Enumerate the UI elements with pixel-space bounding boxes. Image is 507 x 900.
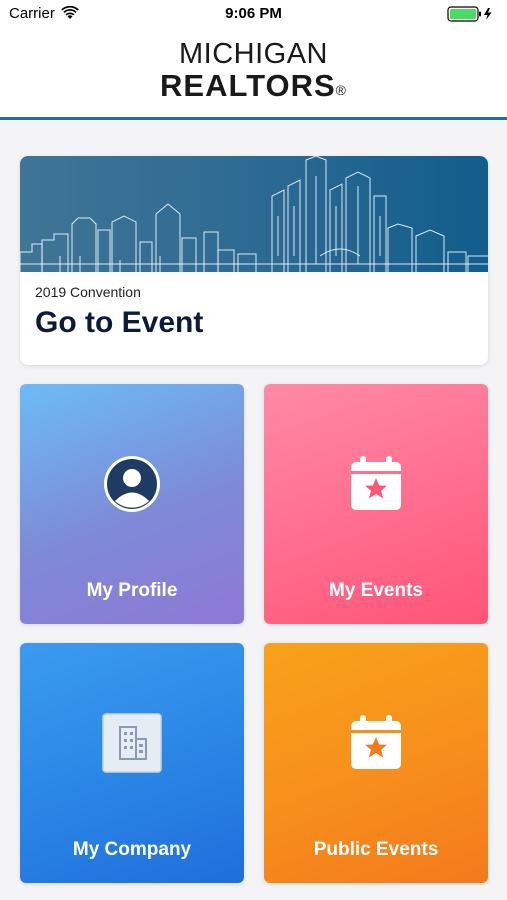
my-events-tile[interactable]: My Events — [264, 384, 488, 624]
public-events-tile[interactable]: Public Events — [264, 643, 488, 883]
event-title: Go to Event — [35, 306, 204, 339]
registered-mark: ® — [335, 82, 347, 98]
app-header: MICHIGAN REALTORS® — [0, 28, 507, 120]
michigan-realtors-logo: MICHIGAN REALTORS® — [0, 38, 507, 102]
event-subtitle: 2019 Convention — [35, 284, 141, 300]
clock-time: 9:06 PM — [225, 5, 282, 22]
my-profile-tile[interactable]: My Profile — [20, 384, 244, 624]
go-to-event-card[interactable]: 2019 Convention Go to Event — [20, 156, 488, 365]
my-events-label: My Events — [329, 580, 423, 601]
logo-line1: MICHIGAN — [179, 38, 328, 70]
detroit-skyline-illustration — [20, 156, 488, 272]
my-company-label: My Company — [72, 839, 192, 860]
calendar-star-icon — [351, 456, 401, 510]
battery-charging-icon — [447, 6, 492, 22]
logo-line2: REALTORS® — [0, 70, 507, 102]
logo-line2-text: REALTORS — [160, 68, 336, 103]
building-icon — [102, 713, 162, 773]
my-profile-label: My Profile — [86, 580, 178, 601]
user-circle-icon — [104, 456, 160, 512]
my-company-tile[interactable]: My Company — [20, 643, 244, 883]
calendar-star-icon — [351, 715, 401, 769]
skyline-banner-image — [20, 156, 488, 272]
public-events-label: Public Events — [313, 839, 439, 860]
status-bar: Carrier 9:06 PM — [0, 0, 507, 28]
